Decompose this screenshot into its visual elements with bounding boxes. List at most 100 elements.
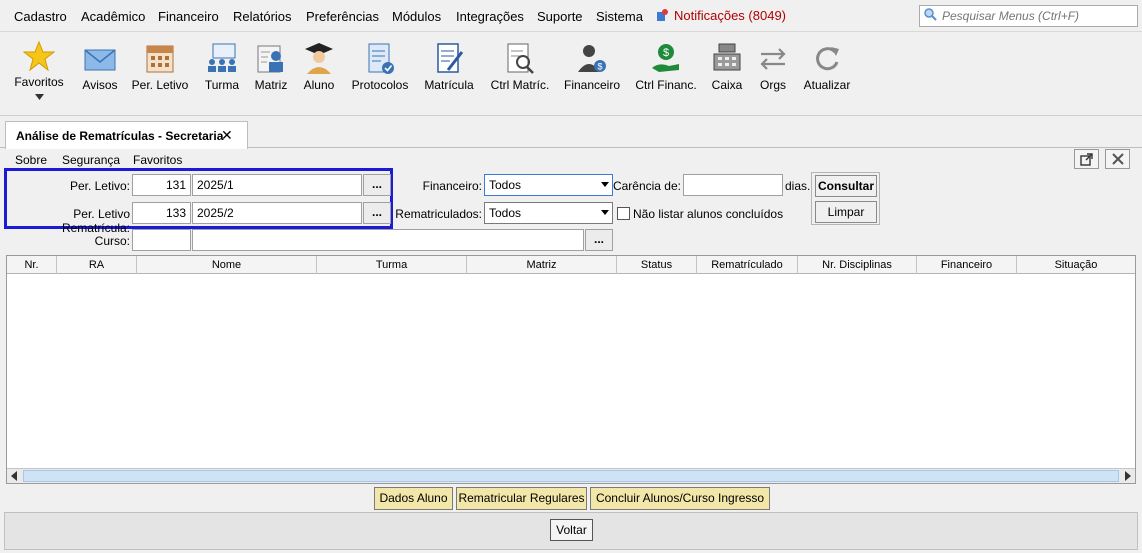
consultar-button[interactable]: Consultar xyxy=(815,175,877,197)
submenu-seguranca[interactable]: Segurança xyxy=(62,153,120,167)
col-nome[interactable]: Nome xyxy=(137,256,317,274)
submenu-favoritos[interactable]: Favoritos xyxy=(133,153,182,167)
close-icon[interactable]: ✕ xyxy=(221,127,233,144)
favorites-button[interactable]: Favoritos xyxy=(12,40,66,100)
menu-integracoes[interactable]: Integrações xyxy=(456,9,524,24)
per-letivo-lookup-button[interactable]: ... xyxy=(363,174,391,196)
toolbar-per-letivo[interactable]: Per. Letivo xyxy=(130,40,190,92)
toolbar-caixa-label: Caixa xyxy=(711,78,743,92)
horizontal-scrollbar[interactable] xyxy=(7,468,1135,483)
col-matriz[interactable]: Matriz xyxy=(467,256,617,274)
toolbar-matricula[interactable]: Matrícula xyxy=(421,40,477,92)
dados-aluno-button[interactable]: Dados Aluno xyxy=(374,487,453,510)
per-letivo-remat-field[interactable]: 2025/2 xyxy=(192,202,362,224)
voltar-button[interactable]: Voltar xyxy=(550,519,593,541)
per-letivo-code-field[interactable]: 131 xyxy=(132,174,191,196)
curso-field[interactable] xyxy=(192,229,584,251)
financeiro-label: Financeiro: xyxy=(422,179,482,193)
calendar-icon xyxy=(146,45,174,73)
submenu-sobre[interactable]: Sobre xyxy=(15,153,47,167)
person-money-icon: $ xyxy=(578,45,606,72)
menu-financeiro[interactable]: Financeiro xyxy=(158,9,219,24)
search-input[interactable] xyxy=(942,9,1132,23)
toolbar-per-letivo-label: Per. Letivo xyxy=(131,78,189,92)
cash-register-icon xyxy=(713,43,741,71)
chevron-down-icon xyxy=(34,94,44,100)
col-nr-disciplinas[interactable]: Nr. Disciplinas xyxy=(798,256,917,274)
toolbar-atualizar[interactable]: Atualizar xyxy=(801,40,853,92)
menu-relatorios[interactable]: Relatórios xyxy=(233,9,292,24)
protocol-document-icon xyxy=(368,43,394,74)
notification-icon xyxy=(657,9,668,22)
curso-lookup-button[interactable]: ... xyxy=(585,229,613,251)
menu-cadastro[interactable]: Cadastro xyxy=(14,9,67,24)
nao-listar-checkbox[interactable] xyxy=(617,207,630,220)
col-situacao[interactable]: Situação xyxy=(1017,256,1135,274)
col-rematriculado[interactable]: Rematrículado xyxy=(697,256,798,274)
toolbar-ctrl-matric-label: Ctrl Matríc. xyxy=(490,78,550,92)
toolbar-aluno[interactable]: Aluno xyxy=(300,40,338,92)
document-search-icon xyxy=(507,43,534,74)
rematricular-regulares-button[interactable]: Rematricular Regulares xyxy=(456,487,587,510)
toolbar-turma[interactable]: Turma xyxy=(202,40,242,92)
per-letivo-remat-lookup-button[interactable]: ... xyxy=(363,202,391,224)
per-letivo-remat-code-field[interactable]: 133 xyxy=(132,202,191,224)
col-status[interactable]: Status xyxy=(617,256,697,274)
menu-sistema[interactable]: Sistema xyxy=(596,9,643,24)
toolbar-aluno-label: Aluno xyxy=(303,78,335,92)
curso-code-field[interactable] xyxy=(132,229,191,251)
concluir-alunos-button[interactable]: Concluir Alunos/Curso Ingresso xyxy=(590,487,770,510)
notifications-link[interactable]: Notificações (8049) xyxy=(657,8,786,23)
financeiro-selected-value: Todos xyxy=(489,178,522,192)
per-letivo-remat-label: Per. Letivo Rematrícula: xyxy=(61,207,130,235)
favorites-label: Favoritos xyxy=(14,75,64,89)
toolbar-orgs-label: Orgs xyxy=(759,78,786,92)
menu-bar: Cadastro Acadêmico Financeiro Relatórios… xyxy=(0,0,1142,32)
tab-title: Análise de Rematrículas - Secretaria xyxy=(16,129,224,143)
menu-search[interactable] xyxy=(919,5,1138,27)
rematriculados-selected-value: Todos xyxy=(489,206,522,220)
carencia-field[interactable] xyxy=(683,174,783,196)
per-letivo-field[interactable]: 2025/1 xyxy=(192,174,362,196)
rematriculados-label: Rematriculados: xyxy=(395,207,482,221)
close-window-button[interactable] xyxy=(1105,149,1130,169)
menu-preferencias[interactable]: Preferências xyxy=(306,9,379,24)
star-icon xyxy=(23,40,55,72)
financeiro-select[interactable]: Todos xyxy=(484,174,613,196)
results-grid[interactable]: Nr. RA Nome Turma Matriz Status Rematríc… xyxy=(6,255,1136,484)
menu-academico[interactable]: Acadêmico xyxy=(81,9,145,24)
limpar-button[interactable]: Limpar xyxy=(815,201,877,223)
close-x-icon xyxy=(1111,153,1124,165)
toolbar-financeiro[interactable]: $ Financeiro xyxy=(563,40,621,92)
toolbar-avisos-label: Avisos xyxy=(82,78,118,92)
menu-suporte[interactable]: Suporte xyxy=(537,9,583,24)
scrollbar-thumb[interactable] xyxy=(23,470,1119,482)
toolbar-caixa[interactable]: Caixa xyxy=(709,40,745,92)
detach-window-button[interactable] xyxy=(1074,149,1099,169)
col-financeiro[interactable]: Financeiro xyxy=(917,256,1017,274)
rematriculados-select[interactable]: Todos xyxy=(484,202,613,224)
col-ra[interactable]: RA xyxy=(57,256,137,274)
toolbar-avisos[interactable]: Avisos xyxy=(80,40,120,92)
toolbar-financeiro-label: Financeiro xyxy=(563,78,621,92)
toolbar-turma-label: Turma xyxy=(204,78,240,92)
grid-header: Nr. RA Nome Turma Matriz Status Rematríc… xyxy=(7,256,1135,274)
dias-label: dias. xyxy=(785,179,811,193)
toolbar-ctrl-financ[interactable]: $ Ctrl Financ. xyxy=(634,40,698,92)
toolbar-matriz[interactable]: Matriz xyxy=(252,40,290,92)
scroll-left-icon[interactable] xyxy=(11,471,17,481)
toolbar-orgs[interactable]: Orgs xyxy=(756,40,790,92)
tab-analise-rematriculas[interactable]: Análise de Rematrículas - Secretaria ✕ xyxy=(5,121,248,149)
enrollment-form-icon xyxy=(437,43,464,73)
money-hand-icon: $ xyxy=(652,44,679,72)
col-nr[interactable]: Nr. xyxy=(7,256,57,274)
bottom-panel: Voltar xyxy=(4,512,1138,550)
scroll-right-icon[interactable] xyxy=(1125,471,1131,481)
toolbar-protocolos[interactable]: Protocolos xyxy=(349,40,411,92)
menu-modulos[interactable]: Módulos xyxy=(392,9,441,24)
dropdown-arrow-icon xyxy=(601,182,609,187)
toolbar-ctrl-matric[interactable]: Ctrl Matríc. xyxy=(488,40,552,92)
toolbar-atualizar-label: Atualizar xyxy=(803,78,851,92)
col-turma[interactable]: Turma xyxy=(317,256,467,274)
nao-listar-label: Não listar alunos concluídos xyxy=(633,207,784,221)
